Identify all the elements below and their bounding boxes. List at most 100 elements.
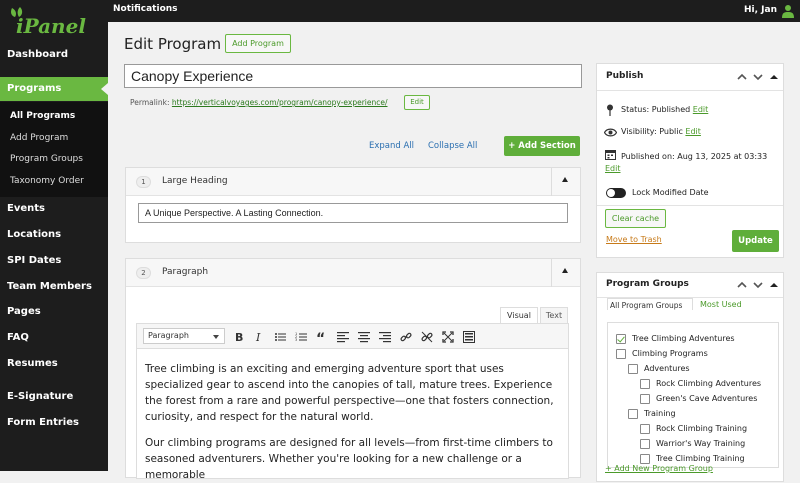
blockquote-icon[interactable]: “ [316, 331, 328, 343]
checkbox-tree-climbing-adventures[interactable] [616, 334, 626, 344]
sidebar-item-form-entries[interactable]: Form Entries [0, 417, 108, 428]
sidebar-item-spi-dates[interactable]: SPI Dates [0, 255, 108, 266]
section-header[interactable]: 1 Large Heading [126, 168, 580, 196]
rich-text-editor[interactable]: Tree climbing is an exciting and emergin… [136, 349, 569, 481]
section-label: Paragraph [162, 267, 209, 277]
visibility-edit-link[interactable]: Edit [685, 127, 701, 136]
sidebar-item-faq[interactable]: FAQ [0, 332, 108, 343]
toggle-panel-icon[interactable] [769, 280, 779, 290]
user-greeting[interactable]: Hi, Jan [744, 5, 777, 15]
large-heading-input[interactable] [138, 203, 568, 223]
divider [597, 205, 783, 206]
submenu-all-programs[interactable]: All Programs [10, 111, 75, 121]
permalink-url[interactable]: https://verticalvoyages.com/program/cano… [172, 98, 388, 107]
move-down-icon[interactable] [753, 72, 763, 82]
tab-most-used[interactable]: Most Used [700, 300, 742, 309]
sidebar-item-label: Programs [7, 83, 62, 94]
add-program-button[interactable]: Add Program [225, 34, 291, 53]
checkbox-rock-climbing-training[interactable] [640, 424, 650, 434]
numbered-list-icon[interactable]: 123 [295, 331, 307, 343]
submenu-program-groups[interactable]: Program Groups [10, 154, 83, 164]
add-section-button[interactable]: + Add Section [504, 136, 580, 156]
svg-text:I: I [255, 331, 261, 343]
sidebar-item-dashboard[interactable]: Dashboard [0, 49, 108, 60]
sidebar-item-resumes[interactable]: Resumes [0, 358, 108, 369]
visibility-value: Public [659, 127, 683, 136]
collapse-arrow-icon[interactable] [562, 177, 568, 182]
update-button[interactable]: Update [732, 230, 779, 252]
sidebar-item-team-members[interactable]: Team Members [0, 281, 108, 292]
chevron-down-icon [213, 335, 219, 339]
lock-modified-toggle[interactable] [606, 188, 626, 198]
checkbox-warriors-way-training[interactable] [640, 439, 650, 449]
ipanel-logo[interactable]: iPanel [8, 6, 92, 36]
published-edit-link[interactable]: Edit [605, 164, 621, 173]
tab-all-program-groups[interactable]: All Program Groups [607, 298, 693, 310]
tab-visual[interactable]: Visual [500, 307, 538, 324]
add-new-program-group-link[interactable]: + Add New Program Group [605, 464, 713, 473]
pin-icon [607, 104, 613, 116]
header-divider [551, 168, 552, 196]
permalink-edit-button[interactable]: Edit [404, 95, 430, 110]
fullscreen-icon[interactable] [442, 331, 454, 343]
format-select-value: Paragraph [148, 331, 189, 340]
move-up-icon[interactable] [737, 72, 747, 82]
calendar-icon [605, 150, 616, 160]
collapse-all-link[interactable]: Collapse All [428, 141, 477, 151]
move-to-trash-link[interactable]: Move to Trash [606, 235, 662, 244]
header-divider [551, 259, 552, 287]
notifications-link[interactable]: Notifications [113, 4, 178, 14]
active-indicator [101, 83, 108, 95]
post-title-input[interactable] [124, 64, 582, 88]
checkbox-climbing-programs[interactable] [616, 349, 626, 359]
visibility-row: Visibility: Public Edit [621, 127, 701, 136]
list-item: Training [644, 409, 676, 418]
list-item: Climbing Programs [632, 349, 708, 358]
section-number: 2 [136, 267, 151, 279]
divider [597, 90, 783, 91]
programs-submenu: All Programs Add Program Program Groups … [0, 102, 108, 197]
move-down-icon[interactable] [753, 280, 763, 290]
sidebar-item-locations[interactable]: Locations [0, 229, 108, 240]
align-center-icon[interactable] [358, 331, 370, 343]
align-left-icon[interactable] [337, 331, 349, 343]
sidebar-item-programs[interactable]: Programs [0, 77, 108, 101]
status-row: Status: Published Edit [621, 105, 708, 114]
checkbox-training[interactable] [628, 409, 638, 419]
format-select[interactable]: Paragraph [143, 328, 225, 344]
list-item: Warrior's Way Training [656, 439, 746, 448]
checkbox-rock-climbing-adventures[interactable] [640, 379, 650, 389]
move-up-icon[interactable] [737, 280, 747, 290]
sidebar-item-e-signature[interactable]: E-Signature [0, 391, 108, 402]
published-on-row: Published on: Aug 13, 2025 at 03:33 [621, 150, 779, 163]
published-value: Aug 13, 2025 at 03:33 [677, 152, 768, 161]
bulleted-list-icon[interactable] [274, 331, 286, 343]
submenu-add-program[interactable]: Add Program [10, 133, 68, 143]
list-item: Rock Climbing Training [656, 424, 748, 433]
unlink-icon[interactable] [421, 331, 433, 343]
expand-all-link[interactable]: Expand All [369, 141, 414, 151]
published-label: Published on: [621, 152, 675, 161]
toggle-panel-icon[interactable] [769, 72, 779, 82]
checkbox-tree-climbing-training[interactable] [640, 454, 650, 464]
toolbar-toggle-icon[interactable] [463, 331, 475, 343]
clear-cache-button[interactable]: Clear cache [605, 209, 666, 228]
visibility-label: Visibility: [621, 127, 657, 136]
status-edit-link[interactable]: Edit [693, 105, 709, 114]
program-groups-list: Tree Climbing Adventures Climbing Progra… [607, 322, 779, 468]
submenu-taxonomy-order[interactable]: Taxonomy Order [10, 176, 84, 186]
section-header[interactable]: 2 Paragraph [126, 259, 580, 287]
link-icon[interactable] [400, 331, 412, 343]
collapse-arrow-icon[interactable] [562, 268, 568, 273]
italic-icon[interactable]: I [253, 331, 265, 343]
checkbox-greens-cave-adventures[interactable] [640, 394, 650, 404]
status-value: Published [651, 105, 691, 114]
tab-text[interactable]: Text [540, 307, 568, 324]
bold-icon[interactable]: B [233, 331, 245, 343]
list-item: Tree Climbing Adventures [632, 334, 735, 343]
sidebar-item-events[interactable]: Events [0, 203, 108, 214]
user-icon[interactable] [782, 4, 794, 18]
sidebar-item-pages[interactable]: Pages [0, 306, 108, 317]
checkbox-adventures[interactable] [628, 364, 638, 374]
align-right-icon[interactable] [379, 331, 391, 343]
